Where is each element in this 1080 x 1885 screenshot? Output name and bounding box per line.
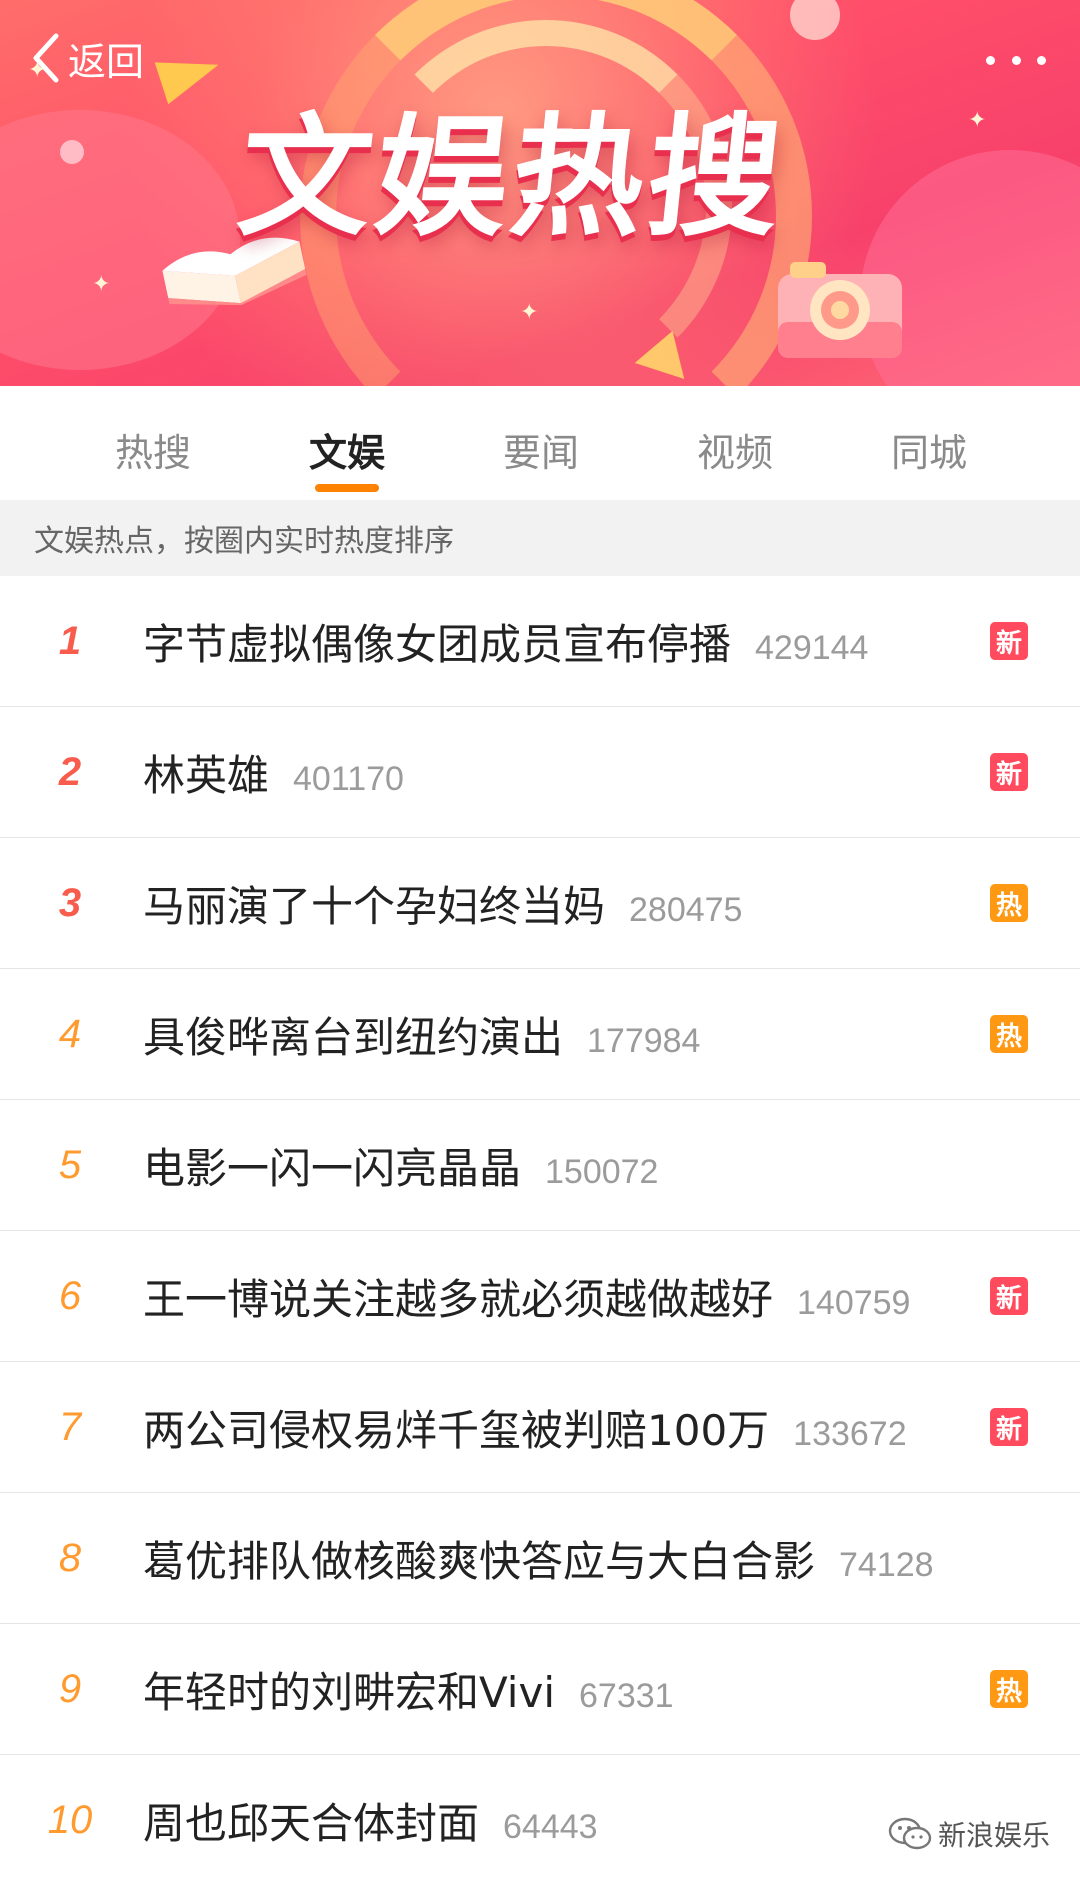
rank-number: 7 — [58, 1404, 82, 1449]
tab-news[interactable]: 要闻 — [481, 422, 601, 477]
heat-count: 177984 — [587, 1021, 701, 1060]
topic-title: 年轻时的刘畊宏和Vivi — [143, 1667, 556, 1717]
banner-bubble — [60, 140, 84, 164]
rank-number: 5 — [58, 1142, 82, 1187]
more-dot-icon — [1011, 55, 1021, 65]
list-item[interactable]: 7 两公司侵权易烊千玺被判赔100万 133672 新 — [0, 1362, 1080, 1493]
source-watermark: 新浪娱乐 — [888, 1814, 1050, 1854]
watermark-text: 新浪娱乐 — [937, 1819, 1050, 1852]
list-item[interactable]: 9 年轻时的刘畊宏和Vivi 67331 热 — [0, 1624, 1080, 1755]
list-subheader: 文娱热点，按圈内实时热度排序 — [0, 500, 1080, 576]
tab-bar: 热搜 文娱 要闻 视频 同城 — [0, 386, 1080, 500]
heat-count: 280475 — [629, 890, 743, 929]
camera-icon — [778, 262, 902, 358]
topic-title: 林英雄 — [143, 750, 270, 800]
more-dot-icon — [986, 55, 995, 65]
rank-number: 9 — [58, 1666, 82, 1711]
tab-video[interactable]: 视频 — [675, 422, 795, 477]
hot-badge: 热 — [990, 1015, 1028, 1053]
heat-count: 133672 — [793, 1414, 907, 1453]
rank-number: 10 — [47, 1797, 93, 1842]
subheader-text: 文娱热点，按圈内实时热度排序 — [34, 524, 454, 559]
topic-title: 葛优排队做核酸爽快答应与大白合影 — [143, 1536, 816, 1586]
back-button[interactable]: 返回 — [28, 28, 144, 88]
new-badge: 新 — [990, 1408, 1028, 1446]
topic-title: 周也邱天合体封面 — [143, 1798, 480, 1848]
heat-count: 401170 — [293, 759, 404, 798]
topic-title: 两公司侵权易烊千玺被判赔100万 — [143, 1405, 770, 1455]
topic-title: 马丽演了十个孕妇终当妈 — [143, 881, 606, 931]
tab-entertainment[interactable]: 文娱 — [287, 422, 407, 477]
new-badge: 新 — [990, 622, 1028, 660]
heat-count: 140759 — [797, 1283, 911, 1322]
wechat-icon — [888, 1817, 932, 1850]
list-item[interactable]: 1 字节虚拟偶像女团成员宣布停播 429144 新 — [0, 576, 1080, 707]
new-badge: 新 — [990, 1277, 1028, 1315]
sparkle-icon: ✦ — [520, 300, 539, 325]
heat-count: 150072 — [545, 1152, 659, 1191]
sparkle-icon: ✦ — [968, 108, 987, 133]
back-label: 返回 — [68, 39, 145, 84]
rank-number: 8 — [58, 1535, 82, 1580]
heat-count: 74128 — [839, 1545, 934, 1584]
tab-hot-search[interactable]: 热搜 — [93, 422, 213, 477]
rank-number: 3 — [58, 880, 82, 925]
sparkle-icon: ✦ — [92, 272, 111, 297]
hot-badge: 热 — [990, 884, 1028, 922]
list-item[interactable]: 4 具俊晔离台到纽约演出 177984 热 — [0, 969, 1080, 1100]
rank-number: 6 — [58, 1273, 82, 1318]
topic-title: 具俊晔离台到纽约演出 — [143, 1012, 564, 1062]
more-dot-icon — [1037, 55, 1046, 65]
chevron-left-icon — [33, 33, 59, 83]
rank-number: 2 — [58, 749, 82, 794]
header-banner: ✦ ✦ ✦ ✦ 返回 文娱热搜 — [0, 0, 1080, 386]
rank-number: 4 — [58, 1011, 82, 1056]
active-tab-indicator — [315, 484, 379, 492]
more-options-button[interactable] — [986, 40, 1046, 80]
heat-count: 429144 — [755, 628, 869, 667]
new-badge: 新 — [990, 753, 1028, 791]
list-item[interactable]: 8 葛优排队做核酸爽快答应与大白合影 74128 — [0, 1493, 1080, 1624]
topic-title: 王一博说关注越多就必须越做越好 — [143, 1274, 774, 1324]
hot-badge: 热 — [990, 1670, 1028, 1708]
heat-count: 64443 — [503, 1807, 598, 1846]
list-item[interactable]: 3 马丽演了十个孕妇终当妈 280475 热 — [0, 838, 1080, 969]
topic-title: 字节虚拟偶像女团成员宣布停播 — [143, 619, 732, 669]
rank-number: 1 — [58, 618, 82, 663]
banner-title: 文娱热搜 — [231, 101, 793, 255]
tab-local[interactable]: 同城 — [869, 422, 989, 477]
list-item[interactable]: 6 王一博说关注越多就必须越做越好 140759 新 — [0, 1231, 1080, 1362]
list-item[interactable]: 5 电影一闪一闪亮晶晶 150072 — [0, 1100, 1080, 1231]
topic-title: 电影一闪一闪亮晶晶 — [143, 1143, 522, 1193]
list-item[interactable]: 2 林英雄 401170 新 — [0, 707, 1080, 838]
heat-count: 67331 — [579, 1676, 674, 1715]
hot-search-list: 1 字节虚拟偶像女团成员宣布停播 429144 新 2 林英雄 401170 新… — [0, 576, 1080, 1885]
